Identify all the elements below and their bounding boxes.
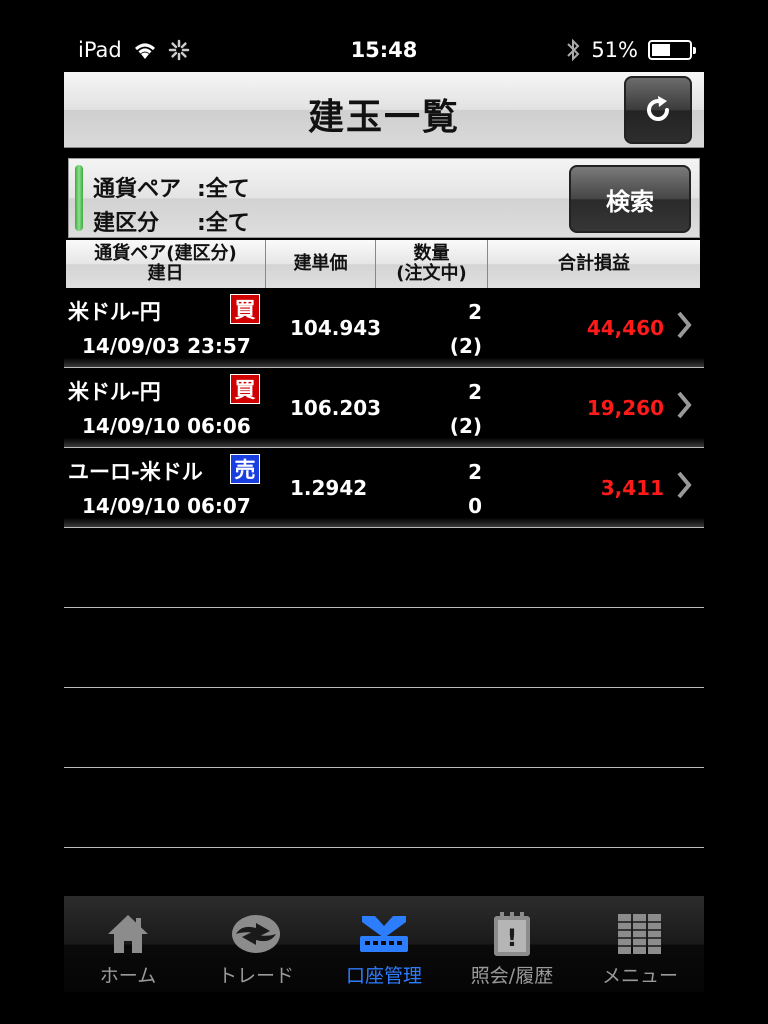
battery-percent: 51% <box>591 38 638 62</box>
account-icon <box>360 916 408 952</box>
tab-home[interactable]: ホーム <box>64 896 192 992</box>
table-row[interactable]: 米ドル-円 買 14/09/03 23:57 104.943 2 (2) 44,… <box>64 288 704 368</box>
row-qty: 2 <box>468 460 482 484</box>
column-header-pnl[interactable]: 合計損益 <box>488 240 700 288</box>
title-bar: 建玉一覧 <box>64 72 704 148</box>
table-row[interactable]: ユーロ-米ドル 売 14/09/10 06:07 1.2942 2 0 3,41… <box>64 448 704 528</box>
tab-trade[interactable]: トレード <box>192 896 320 992</box>
filter-side-row: 建区分 :全て <box>93 205 250 237</box>
refresh-icon <box>647 96 669 121</box>
chevron-right-icon <box>677 471 692 499</box>
filter-pair-row: 通貨ペア :全て <box>93 171 250 203</box>
filter-panel: 通貨ペア :全て 建区分 :全て 検索 <box>68 158 700 238</box>
tab-label: メニュー <box>601 965 678 987</box>
row-pending-qty: (2) <box>449 414 482 438</box>
empty-row <box>64 768 704 848</box>
home-icon <box>108 915 148 953</box>
trade-icon <box>232 915 280 953</box>
history-icon: ! <box>494 912 530 956</box>
tab-label: ホーム <box>99 965 157 987</box>
row-pnl: 19,260 <box>586 396 664 420</box>
row-date: 14/09/10 06:06 <box>82 414 251 438</box>
row-pair: 米ドル-円 <box>68 300 161 324</box>
filter-side-value: :全て <box>197 211 250 236</box>
row-pending-qty: (2) <box>449 334 482 358</box>
row-price: 106.203 <box>290 396 382 420</box>
tab-menu[interactable]: メニュー <box>576 896 704 992</box>
filter-side-label: 建区分 <box>93 211 160 236</box>
column-header-price[interactable]: 建単価 <box>266 240 376 288</box>
filter-indicator <box>75 165 83 231</box>
filter-pair-value: :全て <box>197 177 250 202</box>
column-header-pair[interactable]: 通貨ペア(建区分) 建日 <box>66 240 266 288</box>
row-pair: 米ドル-円 <box>68 380 161 404</box>
filter-pair-label: 通貨ペア <box>93 177 182 202</box>
row-date: 14/09/10 06:07 <box>82 494 251 518</box>
row-side-badge: 買 <box>230 294 260 324</box>
tab-label: トレード <box>217 965 294 987</box>
row-qty: 2 <box>468 300 482 324</box>
table-row[interactable]: 米ドル-円 買 14/09/10 06:06 106.203 2 (2) 19,… <box>64 368 704 448</box>
menu-icon <box>618 914 662 954</box>
chevron-right-icon <box>677 311 692 339</box>
search-button[interactable]: 検索 <box>569 165 691 233</box>
tab-label: 照会/履歴 <box>470 965 554 987</box>
column-header-qty[interactable]: 数量 (注文中) <box>376 240 488 288</box>
tab-bar: ホーム トレード 口座管理 ! 照会/履歴 メニュー <box>64 896 704 992</box>
row-pair: ユーロ-米ドル <box>68 460 203 484</box>
page-title: 建玉一覧 <box>307 97 460 138</box>
empty-row <box>64 688 704 768</box>
row-side-badge: 買 <box>230 374 260 404</box>
svg-text:!: ! <box>507 924 518 952</box>
table-header: 通貨ペア(建区分) 建日 建単価 数量 (注文中) 合計損益 <box>66 240 700 288</box>
row-price: 1.2942 <box>290 476 368 500</box>
refresh-button[interactable] <box>624 76 692 144</box>
tab-label: 口座管理 <box>345 965 422 987</box>
bluetooth-icon <box>567 38 580 62</box>
row-pnl: 3,411 <box>600 476 664 500</box>
row-qty: 2 <box>468 380 482 404</box>
tab-history[interactable]: ! 照会/履歴 <box>448 896 576 992</box>
row-pnl: 44,460 <box>586 316 664 340</box>
row-date: 14/09/03 23:57 <box>82 334 251 358</box>
chevron-right-icon <box>677 391 692 419</box>
battery-icon <box>648 40 696 60</box>
empty-row <box>64 528 704 608</box>
tab-account[interactable]: 口座管理 <box>320 896 448 992</box>
row-price: 104.943 <box>290 316 382 340</box>
status-bar: iPad 15:48 51% <box>0 0 768 70</box>
positions-list: 米ドル-円 買 14/09/03 23:57 104.943 2 (2) 44,… <box>64 288 704 848</box>
empty-row <box>64 608 704 688</box>
row-pending-qty: 0 <box>468 494 482 518</box>
row-side-badge: 売 <box>230 454 260 484</box>
